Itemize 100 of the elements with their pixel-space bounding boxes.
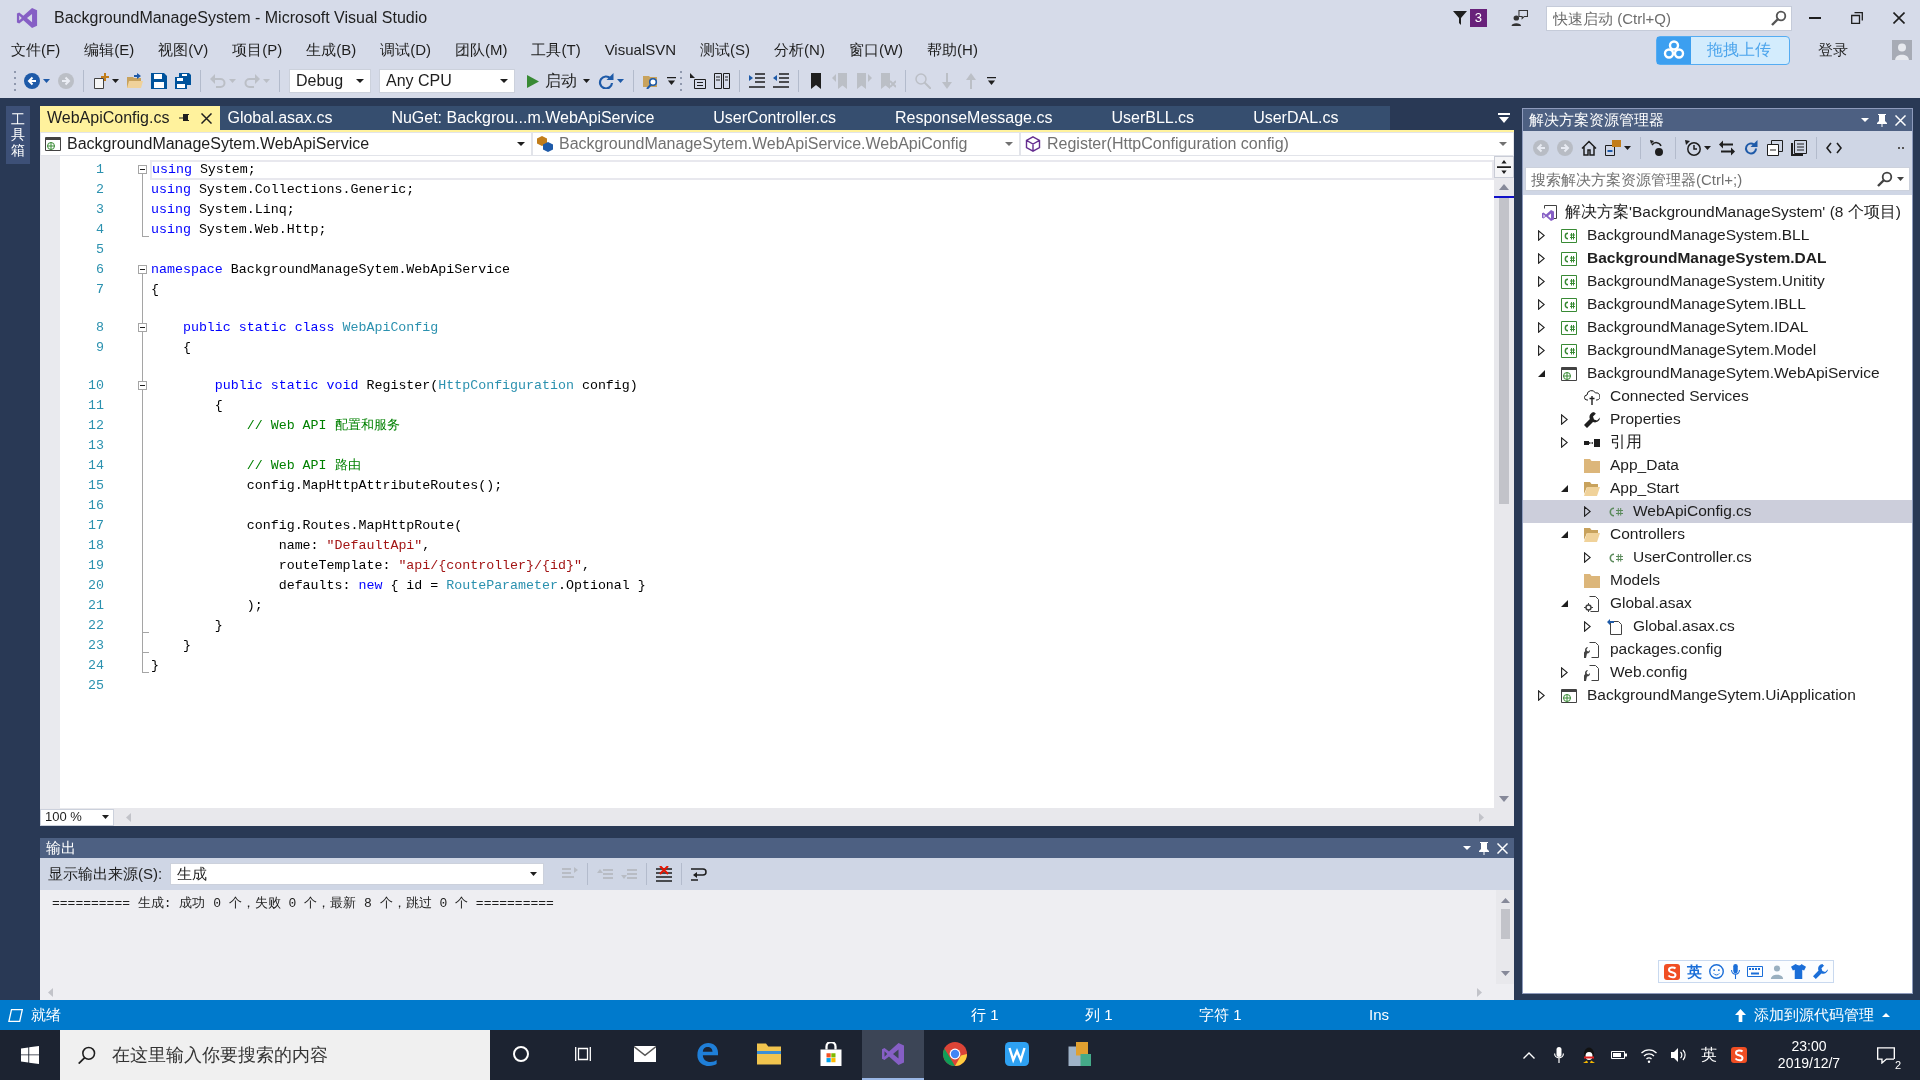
collapsed-arrow-icon[interactable] xyxy=(1537,345,1545,356)
penguin-icon[interactable] xyxy=(1581,1047,1597,1063)
tree-item[interactable]: 解决方案'BackgroundManageSystem' (8 个项目) xyxy=(1523,201,1912,224)
document-tab[interactable]: WebApiConfig.cs xyxy=(40,106,221,130)
search-field[interactable]: 搜索解决方案资源管理器(Ctrl+;) xyxy=(1525,167,1910,191)
vertical-scrollbar[interactable] xyxy=(1496,890,1514,984)
collapse-box-icon[interactable] xyxy=(138,165,147,174)
type-dropdown[interactable]: BackgroundManageSytem.WebApiService.WebApiConfig xyxy=(532,132,1020,156)
quick-launch-field[interactable]: 快速启动 (Ctrl+Q) xyxy=(1546,5,1792,31)
start-button[interactable]: 启动 xyxy=(523,70,594,92)
document-tab[interactable]: NuGet: Backgrou...m.WebApiService xyxy=(384,106,707,130)
sign-in-link[interactable]: 登录 xyxy=(1818,41,1848,59)
collapsed-arrow-icon[interactable] xyxy=(1537,322,1545,333)
collapsed-arrow-icon[interactable] xyxy=(1560,437,1568,448)
tree-item[interactable]: App_Data xyxy=(1523,454,1912,477)
menu-item[interactable]: 测试(S) xyxy=(693,39,758,61)
menu-item[interactable]: 工具(T) xyxy=(524,39,588,61)
menu-item[interactable]: 分析(N) xyxy=(767,39,832,61)
configuration-dropdown[interactable]: Debug xyxy=(289,69,371,93)
speaker-icon[interactable] xyxy=(1671,1047,1687,1063)
chevron-up-icon[interactable] xyxy=(1523,1051,1535,1059)
document-tab[interactable]: UserDAL.cs xyxy=(1246,106,1391,130)
tree-item[interactable]: UserController.cs xyxy=(1523,546,1912,569)
document-tab[interactable]: UserController.cs xyxy=(706,106,888,130)
tree-item[interactable]: BackgroundManageSytem.Model xyxy=(1523,339,1912,362)
tab-list-icon[interactable] xyxy=(1498,113,1510,123)
menu-item[interactable]: 文件(F) xyxy=(4,39,68,61)
collapsed-arrow-icon[interactable] xyxy=(1560,414,1568,425)
tree-item[interactable]: Global.asax xyxy=(1523,592,1912,615)
shirt-icon[interactable] xyxy=(1791,964,1806,979)
menu-item[interactable]: 编辑(E) xyxy=(77,39,142,61)
tree-item[interactable]: Connected Services xyxy=(1523,385,1912,408)
scrollbar-thumb[interactable] xyxy=(1500,909,1510,939)
tree-item[interactable]: BackgroundManageSytem.WebApiService xyxy=(1523,362,1912,385)
tree-item[interactable]: Models xyxy=(1523,569,1912,592)
wifi-icon[interactable] xyxy=(1641,1047,1657,1063)
collapsed-arrow-icon[interactable] xyxy=(1583,506,1591,517)
keyboard-icon[interactable] xyxy=(1747,966,1763,977)
document-tab[interactable]: UserBLL.cs xyxy=(1104,106,1247,130)
feedback-icon[interactable] xyxy=(1511,10,1528,26)
search-icon[interactable] xyxy=(1877,171,1893,187)
tree-item[interactable]: packages.config xyxy=(1523,638,1912,661)
scrollbar-thumb[interactable] xyxy=(1499,198,1509,504)
document-tab[interactable]: ResponseMessage.cs xyxy=(888,106,1105,130)
menu-item[interactable]: 视图(V) xyxy=(151,39,216,61)
input-language[interactable]: 英 xyxy=(1701,1045,1717,1065)
menu-item[interactable]: 生成(B) xyxy=(299,39,364,61)
window-menu-icon[interactable] xyxy=(1861,118,1869,122)
taskbar-search-field[interactable]: 在这里输入你要搜索的内容 xyxy=(60,1030,490,1080)
scroll-down-arrow-icon[interactable] xyxy=(1500,971,1510,976)
member-dropdown[interactable]: Register(HttpConfiguration config) xyxy=(1020,132,1514,156)
battery-icon[interactable] xyxy=(1611,1051,1627,1059)
collapsed-arrow-icon[interactable] xyxy=(1560,667,1568,678)
collapsed-arrow-icon[interactable] xyxy=(1537,230,1545,241)
toolbar-overflow-icon[interactable] xyxy=(667,76,676,86)
clock-time[interactable]: 23:00 xyxy=(1791,1037,1827,1055)
tree-item[interactable]: BackgroundManageSystem.Unitity xyxy=(1523,270,1912,293)
tree-item[interactable]: 引用 xyxy=(1523,431,1912,454)
vertical-scrollbar[interactable] xyxy=(1494,156,1514,808)
pin-icon[interactable] xyxy=(1479,841,1489,855)
menu-item[interactable]: VisualSVN xyxy=(597,39,684,61)
pin-icon[interactable] xyxy=(179,112,192,124)
tree-item[interactable]: BackgroundManageSystem.DAL xyxy=(1523,247,1912,270)
tree-item[interactable]: Properties xyxy=(1523,408,1912,431)
tree-item[interactable]: Global.asax.cs xyxy=(1523,615,1912,638)
collapse-box-icon[interactable] xyxy=(138,265,147,274)
tree-item[interactable]: Controllers xyxy=(1523,523,1912,546)
menu-item[interactable]: 调试(D) xyxy=(373,39,438,61)
clock-date[interactable]: 2019/12/7 xyxy=(1777,1055,1841,1073)
tree-item[interactable]: BackgroundManageSystem.BLL xyxy=(1523,224,1912,247)
ime-mode[interactable]: 英 xyxy=(1687,962,1702,981)
tree-item[interactable]: BackgroundMangeSytem.UiApplication xyxy=(1523,684,1912,707)
input-method-icon[interactable] xyxy=(1664,963,1680,980)
collapse-box-icon[interactable] xyxy=(138,381,147,390)
split-icon[interactable] xyxy=(1497,160,1511,174)
tree-item[interactable]: Web.config xyxy=(1523,661,1912,684)
microphone-icon[interactable] xyxy=(1554,1047,1564,1063)
window-menu-icon[interactable] xyxy=(1463,846,1471,850)
scroll-up-arrow-icon[interactable] xyxy=(1499,184,1509,190)
collapsed-arrow-icon[interactable] xyxy=(1537,276,1545,287)
wrench-icon[interactable] xyxy=(1813,964,1828,979)
menu-item[interactable]: 团队(M) xyxy=(448,39,515,61)
collapsed-arrow-icon[interactable] xyxy=(1537,299,1545,310)
smiley-icon[interactable] xyxy=(1709,964,1724,979)
close-icon[interactable] xyxy=(201,112,213,124)
output-source-dropdown[interactable]: 生成 xyxy=(170,863,545,885)
scroll-up-arrow-icon[interactable] xyxy=(1500,898,1510,903)
expanded-arrow-icon[interactable] xyxy=(1560,531,1568,538)
collapsed-arrow-icon[interactable] xyxy=(1583,552,1591,563)
platform-dropdown[interactable]: Any CPU xyxy=(379,69,515,93)
expanded-arrow-icon[interactable] xyxy=(1560,485,1568,492)
collapsed-arrow-icon[interactable] xyxy=(1583,621,1591,632)
menu-item[interactable]: 项目(P) xyxy=(225,39,290,61)
tree-item[interactable]: App_Start xyxy=(1523,477,1912,500)
zoom-dropdown[interactable]: 100 % xyxy=(40,808,114,826)
tree-item[interactable]: WebApiConfig.cs xyxy=(1523,500,1912,523)
tree-item[interactable]: BackgroundManageSytem.IBLL xyxy=(1523,293,1912,316)
caret-icon[interactable] xyxy=(1897,177,1904,181)
expanded-arrow-icon[interactable] xyxy=(1560,600,1568,607)
collapsed-arrow-icon[interactable] xyxy=(1537,690,1545,701)
